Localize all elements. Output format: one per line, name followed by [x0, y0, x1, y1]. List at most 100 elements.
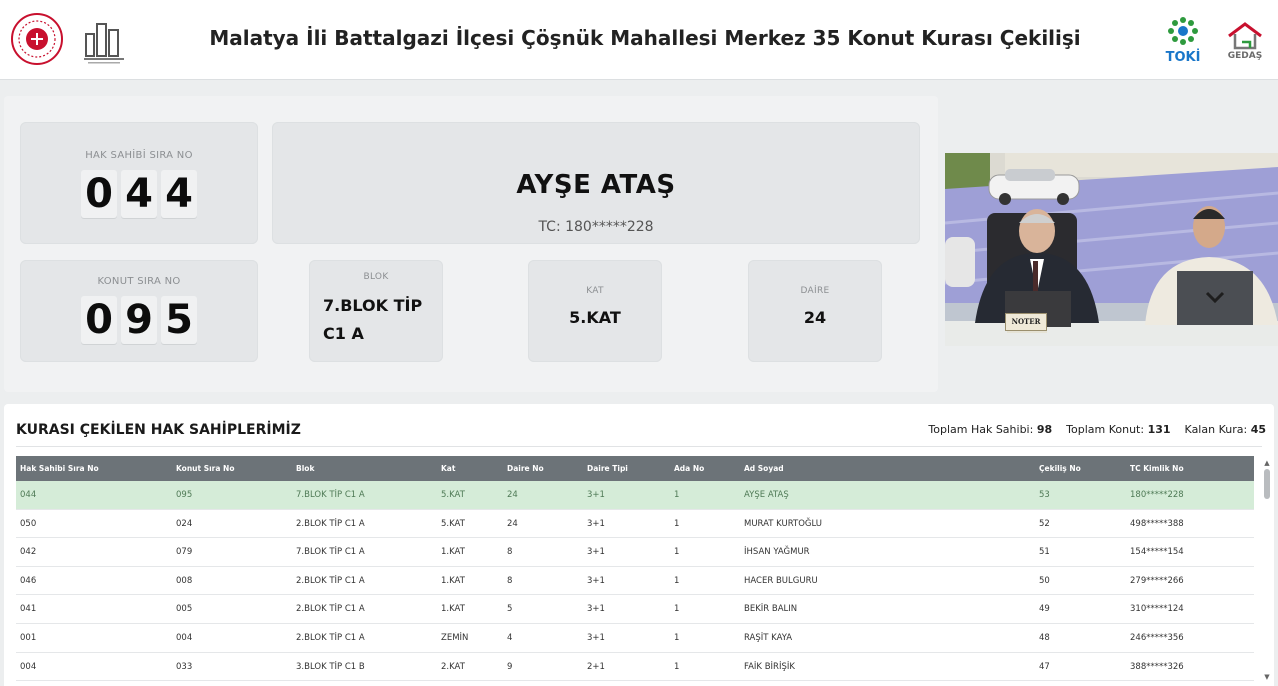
- gedas-logo: GEDAŞ: [1222, 12, 1268, 68]
- hak-sahibi-number: 0 4 4: [20, 170, 258, 218]
- ministry-buildings-logo: [80, 16, 128, 66]
- cell: 1: [674, 490, 680, 500]
- draw-stats: Toplam Hak Sahibi: 98 Toplam Konut: 131 …: [928, 423, 1266, 436]
- stat-remaining: Kalan Kura: 45: [1185, 423, 1266, 436]
- table-row[interactable]: 042 079 7.BLOK TİP C1 A 1.KAT 8 3+1 1 İH…: [16, 538, 1254, 567]
- cell: ZEMİN: [441, 632, 469, 643]
- cell: 2.BLOK TİP C1 A: [296, 632, 365, 643]
- col-konut[interactable]: Konut Sıra No: [176, 464, 234, 473]
- cell: 044: [20, 490, 37, 500]
- digit: 5: [161, 296, 197, 344]
- page-title: Malatya İli Battalgazi İlçesi Çöşnük Mah…: [209, 26, 1081, 50]
- cell: 3+1: [587, 632, 605, 643]
- cell: 3+1: [587, 604, 605, 615]
- cell: AYŞE ATAŞ: [744, 490, 789, 500]
- stat-label: Toplam Hak Sahibi:: [928, 423, 1034, 436]
- table-row[interactable]: 046 008 2.BLOK TİP C1 A 1.KAT 8 3+1 1 HA…: [16, 566, 1254, 596]
- table-row[interactable]: 050 024 2.BLOK TİP C1 A 5.KAT 24 3+1 1 M…: [16, 509, 1254, 539]
- winner-name: AYŞE ATAŞ: [516, 170, 676, 200]
- cell: 041: [20, 604, 37, 615]
- digit: 4: [121, 170, 157, 218]
- cell: 1.KAT: [441, 575, 465, 586]
- cell: 52: [1039, 518, 1050, 529]
- table-row[interactable]: 041 005 2.BLOK TİP C1 A 1.KAT 5 3+1 1 BE…: [16, 595, 1254, 624]
- cell: 095: [176, 490, 193, 500]
- scroll-down-icon[interactable]: ▼: [1263, 673, 1271, 681]
- col-daire-no[interactable]: Daire No: [507, 464, 544, 473]
- cell: 2.BLOK TİP C1 A: [296, 575, 365, 586]
- table-row[interactable]: 004 033 3.BLOK TİP C1 B 2.KAT 9 2+1 1 FA…: [16, 652, 1254, 682]
- cell: 9: [507, 661, 513, 672]
- cell: 47: [1039, 661, 1050, 672]
- table-header: Hak Sahibi Sıra No Konut Sıra No Blok Ka…: [16, 456, 1254, 481]
- cell: 008: [176, 575, 193, 586]
- noter-sign: NOTER: [1005, 313, 1047, 331]
- cell: 246*****356: [1130, 632, 1184, 643]
- cell: 279*****266: [1130, 575, 1184, 586]
- cell: 1: [674, 661, 680, 672]
- cell: 079: [176, 547, 193, 558]
- cell: 004: [20, 661, 37, 672]
- cell: 3+1: [587, 575, 605, 586]
- winner-tc: TC: 180*****228: [538, 219, 654, 235]
- cell: 2.BLOK TİP C1 A: [296, 604, 365, 615]
- winner-name-card: AYŞE ATAŞ TC: 180*****228: [272, 122, 920, 244]
- col-ad-soyad[interactable]: Ad Soyad: [744, 464, 784, 473]
- cell: 3+1: [587, 547, 605, 558]
- cell: 3.BLOK TİP C1 B: [296, 661, 365, 672]
- digit: 0: [81, 170, 117, 218]
- col-cekilis-no[interactable]: Çekiliş No: [1039, 464, 1081, 473]
- digit: 4: [161, 170, 197, 218]
- scroll-up-icon[interactable]: ▲: [1263, 459, 1271, 467]
- cell: 3+1: [587, 490, 605, 500]
- drawn-winners-panel: KURASI ÇEKİLEN HAK SAHİPLERİMİZ Toplam H…: [4, 404, 1274, 686]
- digit: 9: [121, 296, 157, 344]
- col-hak-sahibi[interactable]: Hak Sahibi Sıra No: [20, 464, 99, 473]
- col-ada-no[interactable]: Ada No: [674, 464, 704, 473]
- digit: 0: [81, 296, 117, 344]
- cell: 24: [507, 518, 518, 529]
- cell: 004: [176, 632, 193, 643]
- cell: 2.BLOK TİP C1 A: [296, 518, 365, 529]
- cell: 033: [176, 661, 193, 672]
- kat-card: KAT 5.KAT: [528, 260, 662, 362]
- cell: 5.KAT: [441, 518, 465, 529]
- col-blok[interactable]: Blok: [296, 464, 314, 473]
- cell: 2.KAT: [441, 661, 465, 672]
- cell: 310*****124: [1130, 604, 1184, 615]
- blok-label: BLOK: [363, 272, 389, 282]
- daire-value: 24: [803, 308, 827, 327]
- cell: 4: [507, 632, 513, 643]
- cell: BEKİR BALIN: [744, 604, 798, 615]
- scroll-thumb[interactable]: [1264, 469, 1270, 499]
- col-kat[interactable]: Kat: [441, 464, 455, 473]
- kat-label: KAT: [586, 286, 604, 296]
- cell: 1.KAT: [441, 604, 465, 615]
- cell: 498*****388: [1130, 518, 1184, 529]
- cell: 8: [507, 575, 513, 586]
- cell: 042: [20, 547, 37, 558]
- stat-label: Kalan Kura:: [1184, 423, 1248, 436]
- divider: [16, 446, 1262, 447]
- table-scrollbar[interactable]: ▲ ▼: [1263, 459, 1271, 681]
- gedas-logo-text: GEDAŞ: [1227, 50, 1263, 61]
- draw-result-panel: HAK SAHİBİ SIRA NO 0 4 4 AYŞE ATAŞ TC: 1…: [4, 96, 938, 392]
- cell: 3+1: [587, 518, 605, 529]
- col-daire-tipi[interactable]: Daire Tipi: [587, 464, 628, 473]
- table-row[interactable]: 001 004 2.BLOK TİP C1 A ZEMİN 4 3+1 1 RA…: [16, 623, 1254, 653]
- kat-value: 5.KAT: [569, 308, 621, 327]
- stat-value: 45: [1250, 423, 1266, 436]
- header: Malatya İli Battalgazi İlçesi Çöşnük Mah…: [0, 0, 1278, 80]
- table-row[interactable]: 044 095 7.BLOK TİP C1 A 5.KAT 24 3+1 1 A…: [16, 481, 1254, 510]
- konut-number: 0 9 5: [20, 296, 258, 344]
- cell: 49: [1039, 604, 1050, 615]
- stat-value: 131: [1147, 423, 1171, 436]
- stat-total-houses: Toplam Konut: 131: [1066, 423, 1170, 436]
- cell: 7.BLOK TİP C1 A: [296, 490, 365, 500]
- col-tc[interactable]: TC Kimlik No: [1130, 464, 1184, 473]
- cell: 2+1: [587, 661, 605, 672]
- blok-card: BLOK 7.BLOK TİP C1 A: [309, 260, 443, 362]
- cell: İHSAN YAĞMUR: [744, 547, 810, 558]
- stat-label: Toplam Konut:: [1066, 423, 1145, 436]
- cell: 1: [674, 604, 680, 615]
